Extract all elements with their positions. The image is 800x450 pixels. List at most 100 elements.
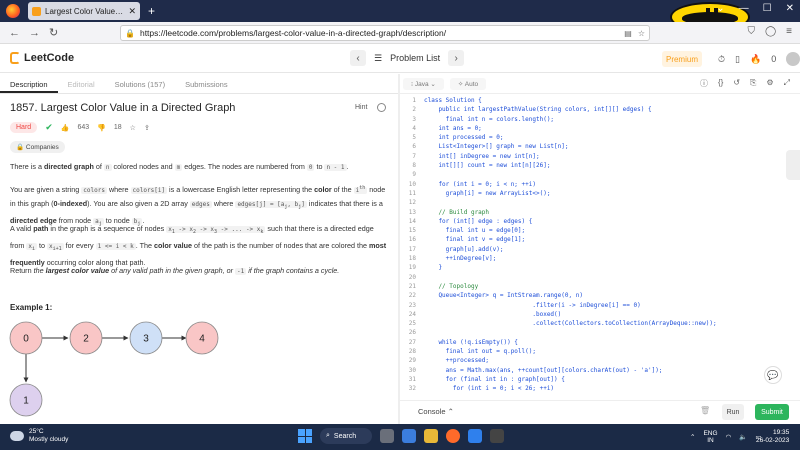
code-text[interactable]: int processed = 0;	[424, 133, 503, 142]
tab-solutions[interactable]: Solutions (157)	[105, 74, 175, 93]
companies-tag[interactable]: 🔒 Companies	[10, 141, 65, 153]
code-text[interactable]: }	[424, 263, 442, 272]
code-line[interactable]: 3 final int n = colors.length();	[400, 115, 790, 124]
edge-icon[interactable]	[402, 429, 416, 443]
speaker-icon[interactable]: 🔈	[739, 433, 747, 441]
task-view-icon[interactable]	[380, 429, 394, 443]
braces-icon[interactable]: {}	[718, 78, 723, 89]
code-text[interactable]: for (final int in : graph[out]) {	[424, 375, 565, 384]
fire-icon[interactable]: 🔥	[750, 54, 761, 65]
code-text[interactable]: int[][] count = new int[n][26];	[424, 161, 550, 170]
code-line[interactable]: 16 final int v = edge[1];	[400, 235, 790, 244]
code-text[interactable]: ans = Math.max(ans, ++count[out][colors.…	[424, 366, 663, 375]
wifi-icon[interactable]: ◠	[726, 433, 732, 441]
language-select[interactable]: ⁝ Java ⌄	[403, 77, 444, 90]
code-text[interactable]: .boxed()	[424, 310, 561, 319]
code-line[interactable]: 2 public int largestPathValue(String col…	[400, 105, 790, 114]
submit-button[interactable]: Submit	[755, 404, 789, 420]
browser-tab[interactable]: Largest Color Value in a Directe ✕	[28, 2, 140, 20]
code-text[interactable]: // Topology	[424, 282, 478, 291]
code-text[interactable]: Queue<Integer> q = IntStream.range(0, n)	[424, 291, 583, 300]
code-text[interactable]: int[] inDegree = new int[n];	[424, 152, 539, 161]
code-text[interactable]: .filter(i -> inDegree[i] == 0)	[424, 301, 640, 310]
forward-icon[interactable]: →	[29, 27, 40, 39]
code-text[interactable]: final int n = colors.length();	[424, 115, 554, 124]
clock[interactable]: 19:35 26-02-2023	[756, 429, 789, 445]
close-tab-icon[interactable]: ✕	[128, 6, 136, 17]
code-line[interactable]: 18 ++inDegree[v];	[400, 254, 790, 263]
code-line[interactable]: 19 }	[400, 263, 790, 272]
chat-icon[interactable]: 💬	[764, 366, 782, 384]
back-icon[interactable]: ←	[9, 27, 20, 39]
console-toggle[interactable]: Console ⌃	[418, 407, 454, 416]
code-line[interactable]: 31 for (final int in : graph[out]) {	[400, 375, 790, 384]
code-line[interactable]: 32 for (int i = 0; i < 26; ++i)	[400, 384, 790, 393]
code-text[interactable]: graph[i] = new ArrayList<>();	[424, 189, 551, 198]
code-line[interactable]: 20	[400, 273, 790, 282]
reader-view-icon[interactable]: ▤	[624, 29, 632, 38]
code-line[interactable]: 29 ++processed;	[400, 356, 790, 365]
code-line[interactable]: 10 for (int i = 0; i < n; ++i)	[400, 180, 790, 189]
file-explorer-icon[interactable]	[424, 429, 438, 443]
code-text[interactable]: for (int[] edge : edges) {	[424, 217, 532, 226]
code-text[interactable]: List<Integer>[] graph = new List[n];	[424, 142, 568, 151]
code-line[interactable]: 25 .collect(Collectors.toCollection(Arra…	[400, 319, 790, 328]
code-line[interactable]: 27 while (!q.isEmpty()) {	[400, 338, 790, 347]
maximize-icon[interactable]: ☐	[763, 3, 772, 14]
code-line[interactable]: 21 // Topology	[400, 282, 790, 291]
info-icon[interactable]: ⓘ	[700, 78, 708, 89]
code-line[interactable]: 1 class Solution {	[400, 96, 790, 105]
account-icon[interactable]: ◯	[765, 26, 776, 37]
code-text[interactable]: for (int i = 0; i < n; ++i)	[424, 180, 536, 189]
favorite-star-icon[interactable]: ☆	[130, 124, 136, 132]
like-icon[interactable]: 👍	[61, 124, 70, 132]
code-line[interactable]: 30 ans = Math.max(ans, ++count[out][colo…	[400, 366, 790, 375]
problem-list-link[interactable]: Problem List	[390, 53, 440, 63]
code-line[interactable]: 5 int processed = 0;	[400, 133, 790, 142]
weather-widget[interactable]: 25°C Mostly cloudy	[10, 428, 68, 444]
code-line[interactable]: 22 Queue<Integer> q = IntStream.range(0,…	[400, 291, 790, 300]
code-text[interactable]: final int out = q.poll();	[424, 347, 536, 356]
code-text[interactable]: class Solution {	[424, 96, 482, 105]
code-text[interactable]: .collect(Collectors.toCollection(ArrayDe…	[424, 319, 716, 328]
avatar[interactable]	[786, 52, 800, 66]
close-window-icon[interactable]: ✕	[786, 3, 794, 14]
language-indicator[interactable]: ENG IN	[703, 430, 717, 444]
code-text[interactable]: graph[u].add(v);	[424, 245, 504, 254]
minimize-icon[interactable]: —	[739, 3, 749, 14]
code-line[interactable]: 28 final int out = q.poll();	[400, 347, 790, 356]
prev-problem-button[interactable]: ‹	[350, 50, 366, 66]
gear-icon[interactable]: ⚙	[766, 78, 773, 89]
tab-submissions[interactable]: Submissions	[175, 74, 238, 93]
side-panel-toggle[interactable]	[786, 150, 800, 180]
code-text[interactable]: ++inDegree[v];	[424, 254, 497, 263]
timer-icon[interactable]: ⏱	[718, 54, 725, 65]
reformat-icon[interactable]: ⎘	[750, 78, 756, 89]
code-line[interactable]: 26	[400, 328, 790, 337]
code-line[interactable]: 13 // Build graph	[400, 208, 790, 217]
menu-icon[interactable]: ≡	[786, 26, 792, 37]
code-text[interactable]: final int u = edge[0];	[424, 226, 525, 235]
windows-start-icon[interactable]	[298, 429, 312, 443]
share-icon[interactable]: ⇪	[144, 124, 150, 132]
next-problem-button[interactable]: ›	[448, 50, 465, 66]
code-text[interactable]: public int largestPathValue(String color…	[424, 105, 651, 114]
code-line[interactable]: 23 .filter(i -> inDegree[i] == 0)	[400, 301, 790, 310]
code-text[interactable]: int ans = 0;	[424, 124, 481, 133]
hint-button[interactable]: Hint	[355, 104, 367, 111]
firefox-taskbar-icon[interactable]	[446, 429, 460, 443]
code-editor[interactable]: 1 class Solution {2 public int largestPat…	[400, 96, 790, 400]
trash-icon[interactable]: 🗑	[700, 406, 710, 415]
dropdown-icon[interactable]: ⌄	[716, 3, 724, 14]
code-text[interactable]: // Build graph	[424, 208, 489, 217]
bookmark-star-icon[interactable]: ☆	[638, 29, 645, 38]
code-text[interactable]: while (!q.isEmpty()) {	[424, 338, 517, 347]
code-line[interactable]: 11 graph[i] = new ArrayList<>();	[400, 189, 790, 198]
code-line[interactable]: 24 .boxed()	[400, 310, 790, 319]
firefox-logo-icon[interactable]	[6, 4, 20, 18]
tab-description[interactable]: Description	[0, 74, 58, 93]
code-text[interactable]: ++processed;	[424, 356, 489, 365]
code-line[interactable]: 9	[400, 170, 790, 179]
fullscreen-icon[interactable]: ⤢	[784, 78, 790, 89]
reload-icon[interactable]: ↻	[49, 26, 58, 39]
